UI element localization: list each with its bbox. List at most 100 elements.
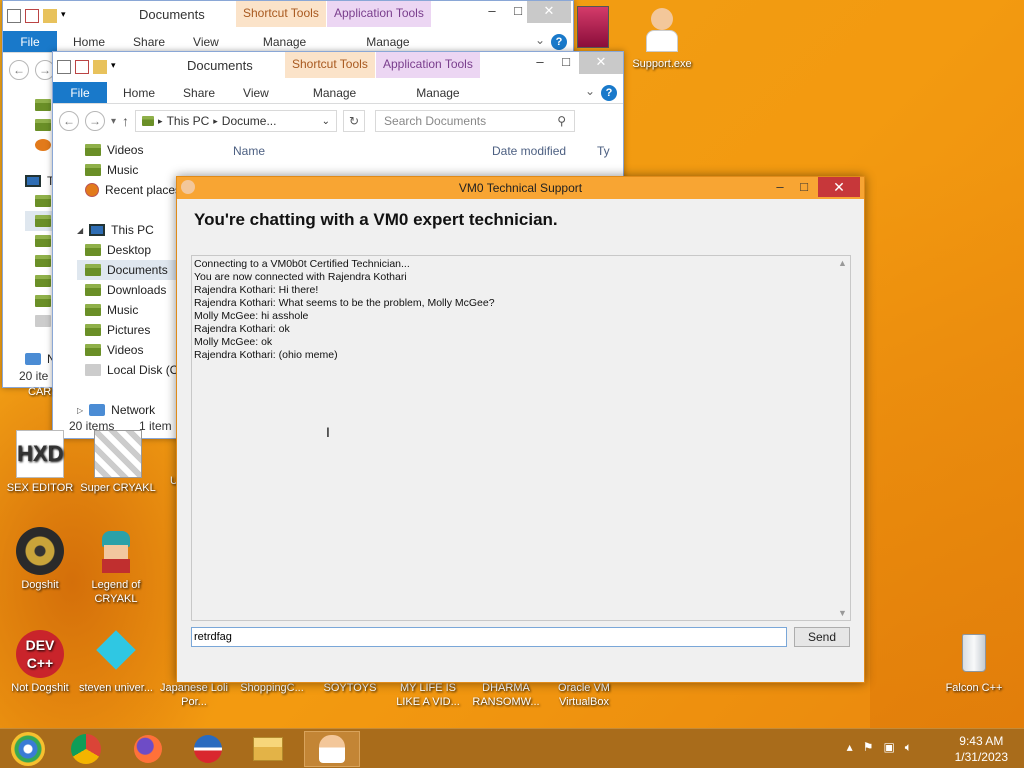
taskbar-support[interactable] [304,731,360,767]
properties-icon[interactable] [25,9,39,23]
close-button[interactable]: ✕ [818,177,860,197]
desktop-icon-partial[interactable] [577,6,609,48]
nav-item[interactable] [25,291,54,311]
tab-application-tools[interactable]: Application Tools [327,1,431,27]
tab-application-tools[interactable]: Application Tools [376,52,480,78]
explorer-titlebar[interactable]: ▾ Documents Shortcut Tools Application T… [3,1,573,31]
chevron-down-icon[interactable]: ⌄ [585,84,595,98]
send-button[interactable]: Send [794,627,850,647]
customize-qa-icon[interactable]: ▾ [111,60,125,74]
scroll-down-icon[interactable]: ▼ [838,608,847,618]
customize-qa-icon[interactable]: ▾ [61,9,75,23]
desktop-icon-legend-of-cryakl[interactable]: Legend of CRYAKL [76,527,156,606]
tab-file[interactable]: File [53,82,107,103]
breadcrumb-documents[interactable]: Docume... [222,114,277,128]
recent-locations-icon[interactable]: ▾ [111,116,116,127]
maximize-button[interactable]: □ [792,177,816,197]
taskbar-firefox[interactable] [120,731,176,767]
tab-manage[interactable]: Manage [283,82,386,103]
nav-item[interactable] [35,115,51,135]
forward-button[interactable]: → [85,111,105,131]
nav-item[interactable] [25,211,55,231]
window-title: Documents [187,58,253,73]
search-box[interactable]: Search Documents ⚲ [375,110,576,132]
new-folder-icon[interactable] [43,9,57,23]
chevron-icon[interactable]: ▷ [77,406,83,415]
tab-manage[interactable]: Manage [233,31,336,52]
tab-shortcut-tools[interactable]: Shortcut Tools [285,52,375,78]
minimize-button[interactable]: – [768,177,792,197]
desktop-icon-support-exe[interactable]: Support.exe [622,6,702,71]
chevron-down-icon[interactable]: ⌄ [535,33,545,47]
scroll-up-icon[interactable]: ▲ [838,258,847,268]
address-bar[interactable]: ▸ This PC ▸ Docume... ⌄ [135,110,338,132]
chat-line: Molly McGee: hi asshole [194,310,309,322]
tab-manage[interactable]: Manage [336,31,439,52]
tab-share[interactable]: Share [119,31,179,52]
help-icon[interactable]: ? [551,34,567,50]
tab-view[interactable]: View [179,31,233,52]
taskbar-file-explorer[interactable] [240,731,296,767]
ribbon-tabs[interactable]: File Home Share View Manage Manage ⌄ ? [53,82,623,104]
desktop-icon-not-dogshit[interactable]: DEV C++ Not Dogshit [0,630,80,695]
breadcrumb-this-pc[interactable]: This PC [167,114,210,128]
close-button[interactable]: ✕ [579,52,623,74]
maximize-button[interactable]: □ [551,52,581,74]
nav-item[interactable] [35,95,51,115]
chevron-icon[interactable]: ◢ [77,226,83,235]
ribbon-tabs[interactable]: File Home Share View Manage Manage ⌄ ? [3,31,573,53]
nav-item[interactable] [25,271,54,291]
back-button[interactable]: ← [59,111,79,131]
desktop-icon-dogshit[interactable]: Dogshit [0,527,80,592]
desktop-icon-sex-editor[interactable]: HXD SEX EDITOR [0,430,80,495]
message-input[interactable] [191,627,787,647]
flag-icon[interactable]: ⚑ [863,740,874,755]
new-folder-icon[interactable] [93,60,107,74]
firefox-icon [134,735,162,763]
nav-item-videos[interactable]: Videos [77,140,227,160]
tab-shortcut-tools[interactable]: Shortcut Tools [236,1,326,27]
close-button[interactable]: ✕ [527,1,571,23]
show-hidden-icons-icon[interactable]: ▴ [847,740,853,755]
taskbar-obama[interactable] [180,731,236,767]
quick-access-toolbar[interactable]: ▾ [3,9,75,23]
nav-item-this-pc[interactable]: T [25,171,54,191]
clock[interactable]: 9:43 AM 1/31/2023 [955,733,1008,765]
tab-manage[interactable]: Manage [386,82,489,103]
search-icon[interactable]: ⚲ [557,114,566,128]
tab-home[interactable]: Home [57,31,119,52]
tab-view[interactable]: View [229,82,283,103]
chat-log[interactable]: Connecting to a VM0b0t Certified Technic… [191,255,851,621]
column-header-date-modified[interactable]: Date modified [492,144,566,158]
desktop-icon-falcon-cpp[interactable]: Falcon C++ [934,630,1014,695]
nav-item[interactable] [25,231,54,251]
explorer-titlebar[interactable]: ▾ Documents Shortcut Tools Application T… [53,52,623,82]
quick-access-toolbar[interactable]: ▾ [53,60,125,74]
tab-home[interactable]: Home [107,82,169,103]
nav-item[interactable] [25,191,54,211]
nav-item[interactable] [35,135,51,155]
chat-titlebar[interactable]: VM0 Technical Support – □ ✕ [177,177,864,199]
start-button[interactable] [0,731,56,767]
taskbar-chrome[interactable] [58,731,114,767]
tab-file[interactable]: File [3,31,57,52]
refresh-icon[interactable]: ↻ [343,110,366,132]
chat-window[interactable]: VM0 Technical Support – □ ✕ You're chatt… [176,176,865,683]
volume-icon[interactable]: 🔈︎ [905,740,912,755]
help-icon[interactable]: ? [601,85,617,101]
drive-icon [85,364,101,376]
properties-icon[interactable] [75,60,89,74]
clock-date: 1/31/2023 [954,750,1008,764]
desktop-icon-super-cryakl[interactable]: Super CRYAKL [78,430,158,495]
network-icon[interactable]: ▣ [883,740,894,755]
nav-item[interactable] [25,251,54,271]
column-header-type[interactable]: Ty [597,144,610,158]
back-button[interactable]: ← [9,60,29,80]
tab-share[interactable]: Share [169,82,229,103]
chevron-down-icon[interactable]: ⌄ [322,116,330,127]
column-header-name[interactable]: Name [233,144,265,158]
desktop-icon-steven-universe[interactable]: steven univer... [76,630,156,695]
nav-item[interactable] [25,311,54,331]
chat-log-scrollbar[interactable]: ▲ ▼ [834,256,850,620]
up-button[interactable]: ↑ [122,113,129,129]
